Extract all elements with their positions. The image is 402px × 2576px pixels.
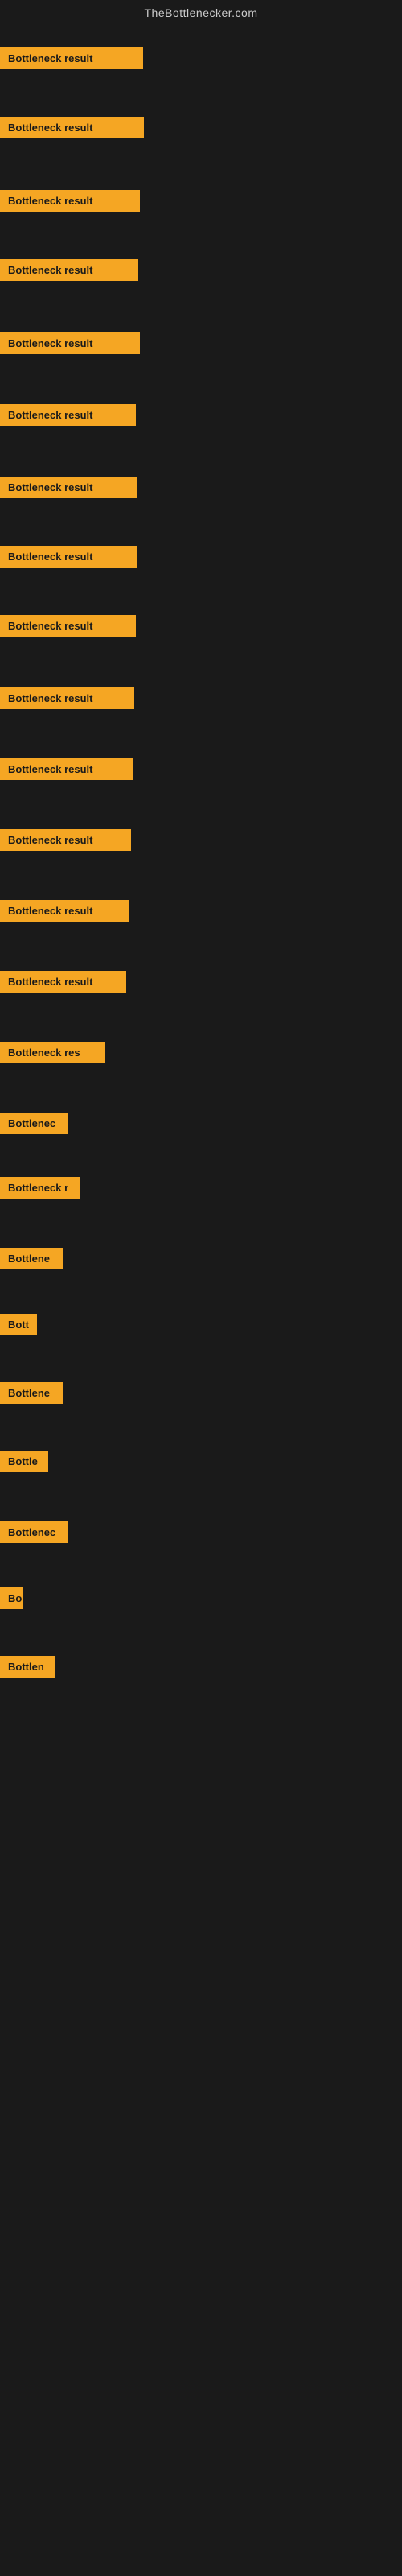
bottleneck-result-item[interactable]: Bottleneck result — [0, 829, 131, 851]
bottleneck-result-item[interactable]: Bott — [0, 1314, 37, 1335]
bottleneck-result-item[interactable]: Bottleneck result — [0, 758, 133, 780]
bottleneck-result-item[interactable]: Bottleneck r — [0, 1177, 80, 1199]
bottleneck-result-item[interactable]: Bottleneck result — [0, 404, 136, 426]
bottleneck-result-item[interactable]: Bottlene — [0, 1382, 63, 1404]
bottleneck-result-item[interactable]: Bottleneck result — [0, 259, 138, 281]
bottleneck-result-item[interactable]: Bottleneck result — [0, 615, 136, 637]
bottleneck-result-item[interactable]: Bottlen — [0, 1656, 55, 1678]
bottleneck-result-item[interactable]: Bottleneck result — [0, 47, 143, 69]
bottleneck-result-item[interactable]: Bottleneck result — [0, 477, 137, 498]
bottleneck-result-item[interactable]: Bottlene — [0, 1248, 63, 1269]
bottleneck-result-item[interactable]: Bottleneck res — [0, 1042, 105, 1063]
bottleneck-result-item[interactable]: Bottlenec — [0, 1521, 68, 1543]
bottleneck-result-item[interactable]: Bottleneck result — [0, 117, 144, 138]
bottleneck-result-item[interactable]: Bottleneck result — [0, 332, 140, 354]
site-title: TheBottlenecker.com — [0, 0, 402, 26]
bottleneck-result-item[interactable]: Bottleneck result — [0, 190, 140, 212]
bottleneck-result-item[interactable]: Bottleneck result — [0, 687, 134, 709]
bottleneck-result-item[interactable]: Bottleneck result — [0, 971, 126, 993]
bottleneck-result-item[interactable]: Bo — [0, 1587, 23, 1609]
bottleneck-result-item[interactable]: Bottlenec — [0, 1113, 68, 1134]
bottleneck-result-item[interactable]: Bottleneck result — [0, 546, 137, 568]
bottleneck-result-item[interactable]: Bottle — [0, 1451, 48, 1472]
bottleneck-result-item[interactable]: Bottleneck result — [0, 900, 129, 922]
